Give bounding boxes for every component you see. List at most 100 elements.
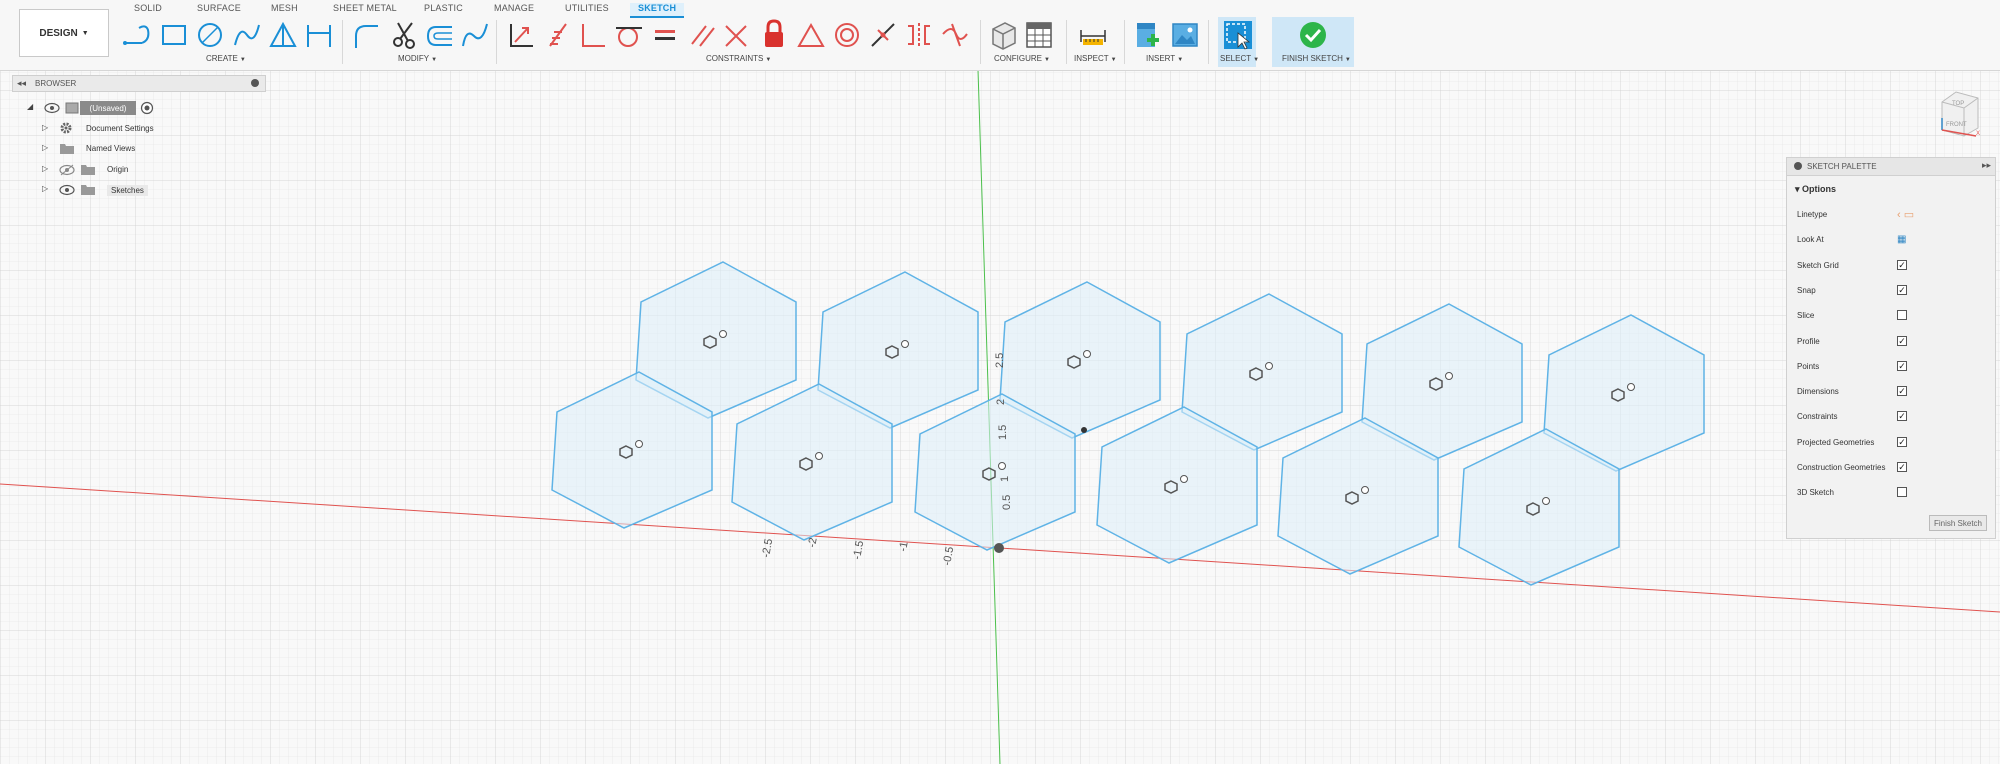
sketch-point-marker[interactable] (901, 340, 909, 348)
tab-sketch[interactable]: SKETCH (630, 3, 685, 18)
pin-icon[interactable] (251, 79, 259, 87)
collinear-constraint-icon[interactable] (722, 20, 750, 50)
linetype-icon[interactable]: ‹ ▭ (1897, 208, 1914, 221)
activate-radio-icon[interactable] (140, 101, 154, 115)
tab-plastic[interactable]: PLASTIC (424, 3, 463, 13)
checkbox-slice[interactable] (1897, 310, 1907, 320)
tangent-constraint-icon[interactable] (614, 20, 644, 50)
curvature-constraint-icon[interactable] (940, 20, 970, 50)
lock-icon[interactable] (760, 18, 788, 50)
expand-root-icon[interactable]: ◢ (27, 102, 33, 111)
workspace-switcher[interactable]: DESIGN ▼ (19, 9, 109, 57)
triangle-tool-icon[interactable] (268, 21, 298, 49)
eye-icon[interactable] (59, 163, 75, 177)
tab-sheet-metal[interactable]: SHEET METAL (333, 3, 397, 13)
line-tool-icon[interactable] (122, 22, 154, 48)
sketch-point-marker[interactable] (1361, 486, 1369, 494)
insert-image-icon[interactable] (1170, 20, 1200, 50)
sketch-point[interactable] (1081, 427, 1087, 433)
pin-icon[interactable] (1794, 162, 1802, 170)
fix-constraint-icon[interactable] (546, 20, 570, 50)
sketch-point-marker[interactable] (998, 462, 1006, 470)
sketch-point-marker[interactable] (1083, 350, 1091, 358)
symmetry-triangle-icon[interactable] (796, 20, 826, 50)
origin-point[interactable] (994, 543, 1004, 553)
concentric-constraint-icon[interactable] (832, 20, 862, 50)
circle-tool-icon[interactable] (196, 21, 224, 49)
eye-icon[interactable] (59, 183, 75, 197)
tab-mesh[interactable]: MESH (271, 3, 298, 13)
sketch-point-marker[interactable] (815, 452, 823, 460)
finish-sketch-menu[interactable]: FINISH SKETCH ▼ (1282, 54, 1351, 63)
curve-tool-icon[interactable] (460, 20, 490, 50)
viewcube-front-label: FRONT (1946, 122, 1967, 128)
modify-menu[interactable]: MODIFY ▼ (398, 54, 437, 63)
perpendicular-constraint-icon[interactable] (578, 20, 608, 50)
select-cursor-icon[interactable] (1222, 19, 1254, 51)
sketch-point-marker[interactable] (1265, 362, 1273, 370)
expand-icon[interactable]: ▷ (42, 143, 48, 152)
checkbox-constraints[interactable]: ✓ (1897, 411, 1907, 421)
insert-menu[interactable]: INSERT ▼ (1146, 54, 1183, 63)
equal-constraint-icon[interactable] (652, 20, 678, 50)
tab-manage[interactable]: MANAGE (494, 3, 534, 13)
insert-derive-icon[interactable] (1134, 20, 1164, 50)
options-section[interactable]: ▾ Options (1795, 184, 1836, 195)
symmetric-constraint-icon[interactable] (904, 20, 934, 50)
sketch-canvas[interactable]: 0.5 1 1.5 2 2.5 -2.5 -2 -1.5 -1 -0.5 (0, 70, 2000, 764)
checkmark-icon[interactable] (1298, 20, 1328, 50)
expand-icon[interactable]: ▷ (42, 184, 48, 193)
inspect-menu[interactable]: INSPECT ▼ (1074, 54, 1117, 63)
tab-solid[interactable]: SOLID (134, 3, 162, 13)
constraints-menu[interactable]: CONSTRAINTS ▼ (706, 54, 771, 63)
dimension-tool-icon[interactable] (304, 21, 334, 49)
sketch-point-marker[interactable] (1542, 497, 1550, 505)
checkbox-construction-geometries[interactable]: ✓ (1897, 462, 1907, 472)
sketch-point-marker[interactable] (1627, 383, 1635, 391)
browser-item-named-views[interactable]: Named Views (86, 144, 135, 153)
midpoint-constraint-icon[interactable] (868, 20, 898, 50)
checkbox-projected-geometries[interactable]: ✓ (1897, 437, 1907, 447)
look-at-icon[interactable]: ▦ (1897, 234, 1906, 245)
trim-scissors-icon[interactable] (390, 20, 420, 50)
checkbox-3d-sketch[interactable] (1897, 487, 1907, 497)
tab-surface[interactable]: SURFACE (197, 3, 241, 13)
select-menu[interactable]: SELECT ▼ (1220, 54, 1259, 63)
sketch-point-marker[interactable] (635, 440, 643, 448)
expand-icon[interactable]: ▷ (42, 164, 48, 173)
eye-icon[interactable] (44, 101, 60, 115)
expand-arrows-icon[interactable]: ▸▸ (1982, 160, 1991, 171)
tab-utilities[interactable]: UTILITIES (565, 3, 609, 13)
browser-item-document-settings[interactable]: Document Settings (86, 124, 154, 133)
browser-item-origin[interactable]: Origin (107, 165, 128, 174)
finish-sketch-button[interactable]: Finish Sketch (1929, 515, 1987, 531)
browser-item-sketches[interactable]: Sketches (107, 185, 148, 196)
configure-table-icon[interactable] (1024, 19, 1054, 51)
sketch-point-marker[interactable] (1180, 475, 1188, 483)
rectangle-tool-icon[interactable] (160, 22, 188, 48)
checkbox-dimensions[interactable]: ✓ (1897, 386, 1907, 396)
palette-label-look-at: Look At (1797, 235, 1824, 244)
fillet-tool-icon[interactable] (352, 22, 382, 50)
create-menu[interactable]: CREATE ▼ (206, 54, 246, 63)
configure-menu[interactable]: CONFIGURE ▼ (994, 54, 1050, 63)
root-component-label[interactable]: (Unsaved) (80, 101, 136, 115)
checkbox-snap[interactable]: ✓ (1897, 285, 1907, 295)
tick-label: 2 (995, 399, 1007, 405)
measure-ruler-icon[interactable] (1078, 22, 1108, 48)
collapse-arrows-icon[interactable]: ◂◂ (17, 78, 26, 89)
spline-tool-icon[interactable] (232, 21, 262, 49)
checkbox-points[interactable]: ✓ (1897, 361, 1907, 371)
sketch-point-marker[interactable] (1445, 372, 1453, 380)
sketch-point-marker[interactable] (719, 330, 727, 338)
configure-box-icon[interactable] (988, 19, 1018, 51)
checkbox-profile[interactable]: ✓ (1897, 336, 1907, 346)
coincident-constraint-icon[interactable] (506, 20, 536, 50)
offset-tool-icon[interactable] (424, 22, 456, 50)
expand-icon[interactable]: ▷ (42, 123, 48, 132)
parallel-constraint-icon[interactable] (688, 20, 716, 50)
checkbox-sketch-grid[interactable]: ✓ (1897, 260, 1907, 270)
gear-icon (60, 122, 72, 134)
viewcube[interactable]: TOP FRONT X (1938, 88, 1980, 138)
tick-label: 1 (999, 476, 1011, 482)
